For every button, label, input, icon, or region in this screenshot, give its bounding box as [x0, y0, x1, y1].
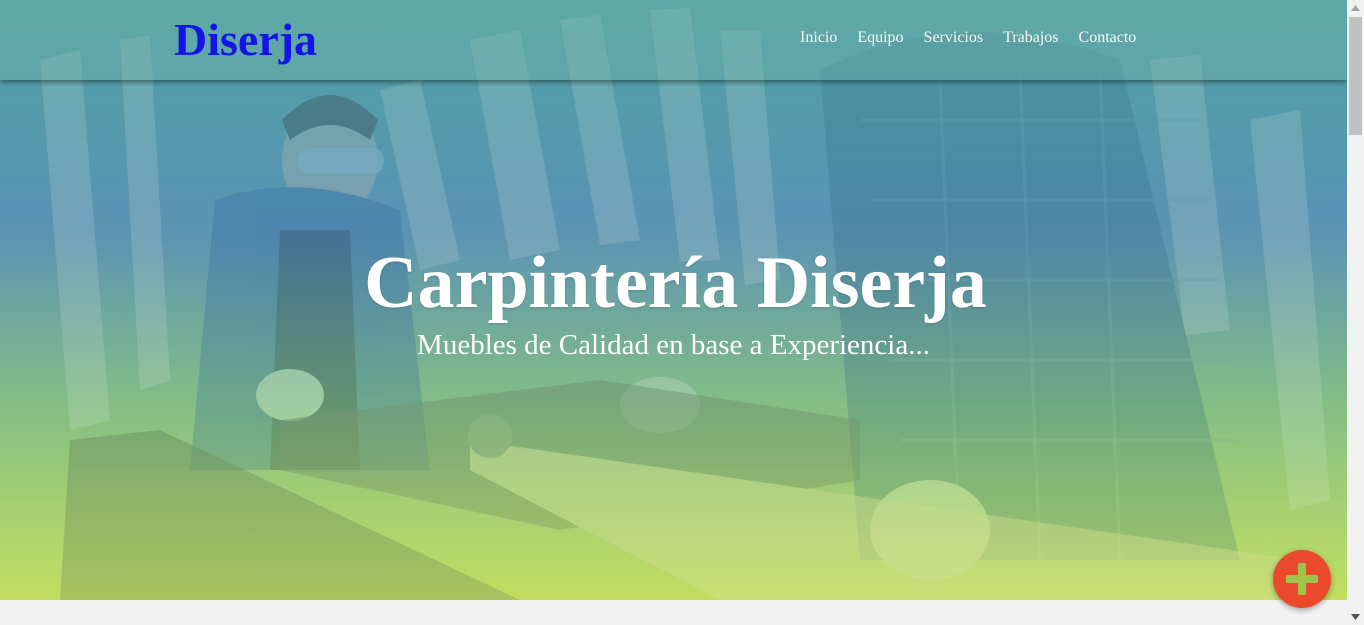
hero-text: Carpintería Diserja Muebles de Calidad e…	[0, 240, 1347, 362]
hero-subtitle: Muebles de Calidad en base a Experiencia…	[417, 329, 930, 361]
floating-action-button[interactable]	[1273, 550, 1331, 608]
hero-section: Carpintería Diserja Muebles de Calidad e…	[0, 0, 1347, 600]
nav-link-equipo[interactable]: Equipo	[857, 29, 903, 47]
plus-icon	[1286, 563, 1318, 595]
nav-link-contacto[interactable]: Contacto	[1079, 29, 1137, 47]
vertical-scrollbar[interactable]	[1347, 0, 1364, 625]
nav-link-trabajos[interactable]: Trabajos	[1003, 29, 1058, 47]
arrow-up-icon[interactable]	[1347, 0, 1364, 17]
scrollbar-thumb[interactable]	[1349, 17, 1362, 135]
top-navbar: Diserja Inicio Equipo Servicios Trabajos…	[0, 0, 1347, 80]
arrow-down-icon[interactable]	[1347, 608, 1364, 625]
hero-title: Carpintería Diserja	[364, 242, 987, 324]
page: Carpintería Diserja Muebles de Calidad e…	[0, 0, 1364, 625]
brand-logo[interactable]: Diserja	[174, 14, 317, 66]
nav-link-servicios[interactable]: Servicios	[924, 29, 984, 47]
nav-links: Inicio Equipo Servicios Trabajos Contact…	[800, 29, 1136, 47]
nav-link-inicio[interactable]: Inicio	[800, 29, 837, 47]
